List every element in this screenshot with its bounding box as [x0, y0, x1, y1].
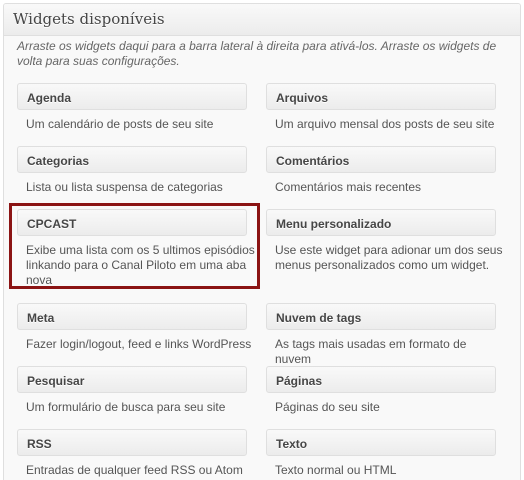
- widget-title: CPCAST: [27, 217, 77, 231]
- widget-title: Páginas: [276, 374, 323, 388]
- widget-description: Lista ou lista suspensa de categorias: [26, 180, 223, 194]
- widget-handle[interactable]: Meta: [17, 303, 247, 330]
- widget-rss[interactable]: RSS Entradas de qualquer feed RSS ou Ato…: [17, 429, 265, 478]
- widget-description: Comentários mais recentes: [275, 180, 422, 194]
- widget-handle[interactable]: Categorias: [17, 146, 247, 173]
- widget-title: RSS: [27, 437, 52, 451]
- widget-title: Texto: [276, 437, 308, 451]
- widget-pesquisar[interactable]: Pesquisar Um formulário de busca para se…: [17, 366, 265, 415]
- panel-description: Arraste os widgets daqui para a barra la…: [17, 39, 497, 68]
- widget-title: Agenda: [27, 91, 72, 105]
- widget-meta[interactable]: Meta Fazer login/logout, feed e links Wo…: [17, 303, 265, 352]
- widget-description: Exibe uma lista com os 5 ultimos episódi…: [26, 243, 255, 287]
- widget-title: Comentários: [276, 154, 350, 168]
- widget-agenda[interactable]: Agenda Um calendário de posts de seu sit…: [17, 83, 265, 132]
- widget-description: Fazer login/logout, feed e links WordPre…: [26, 337, 252, 351]
- widget-handle[interactable]: Páginas: [266, 366, 496, 393]
- widget-arquivos[interactable]: Arquivos Um arquivo mensal dos posts de …: [266, 83, 514, 132]
- widget-handle[interactable]: Nuvem de tags: [266, 303, 496, 330]
- widget-description: Um calendário de posts de seu site: [26, 117, 214, 131]
- panel-header[interactable]: Widgets disponíveis: [4, 4, 520, 36]
- widget-handle[interactable]: Arquivos: [266, 83, 496, 110]
- widget-description: Use este widget para adionar um dos seus…: [275, 243, 503, 272]
- widget-description: Páginas do seu site: [275, 400, 380, 414]
- widget-menu-personalizado[interactable]: Menu personalizado Use este widget para …: [266, 209, 514, 273]
- widget-paginas[interactable]: Páginas Páginas do seu site: [266, 366, 514, 415]
- widget-title: Meta: [27, 311, 55, 325]
- widget-description: Texto normal ou HTML: [275, 463, 397, 477]
- widget-handle[interactable]: Menu personalizado: [266, 209, 496, 236]
- widget-comentarios[interactable]: Comentários Comentários mais recentes: [266, 146, 514, 195]
- widget-categorias[interactable]: Categorias Lista ou lista suspensa de ca…: [17, 146, 265, 195]
- widget-handle[interactable]: CPCAST: [17, 209, 247, 236]
- widget-handle[interactable]: Comentários: [266, 146, 496, 173]
- widget-description: As tags mais usadas em formato de nuvem: [275, 337, 467, 366]
- widget-handle[interactable]: Agenda: [17, 83, 247, 110]
- widget-handle[interactable]: Pesquisar: [17, 366, 247, 393]
- widget-texto[interactable]: Texto Texto normal ou HTML: [266, 429, 514, 478]
- widget-title: Categorias: [27, 154, 90, 168]
- widget-cpcast[interactable]: CPCAST Exibe uma lista com os 5 ultimos …: [17, 209, 265, 288]
- widget-description: Entradas de qualquer feed RSS ou Atom: [26, 463, 243, 477]
- widget-description: Um arquivo mensal dos posts de seu site: [275, 117, 495, 131]
- widget-handle[interactable]: RSS: [17, 429, 247, 456]
- widget-title: Pesquisar: [27, 374, 85, 388]
- widget-title: Arquivos: [276, 91, 329, 105]
- widget-description: Um formulário de busca para seu site: [26, 400, 226, 414]
- widget-title: Nuvem de tags: [276, 311, 362, 325]
- widget-nuvem-de-tags[interactable]: Nuvem de tags As tags mais usadas em for…: [266, 303, 514, 367]
- widget-title: Menu personalizado: [276, 217, 392, 231]
- panel-title: Widgets disponíveis: [13, 10, 165, 28]
- widget-handle[interactable]: Texto: [266, 429, 496, 456]
